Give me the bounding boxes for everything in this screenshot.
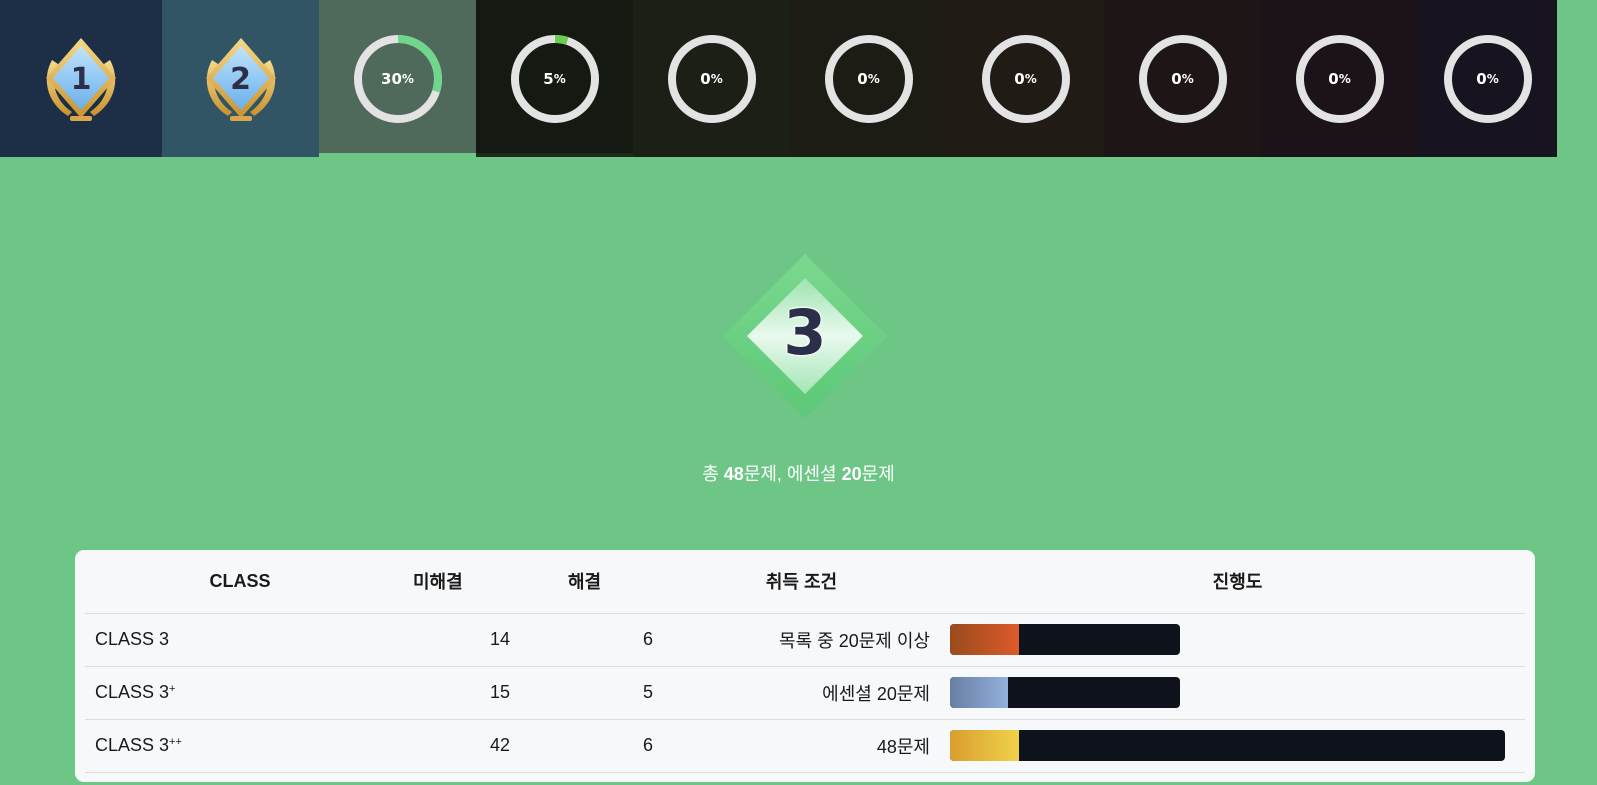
class-tab-4[interactable]: 5% xyxy=(476,0,633,157)
progress-ring: 0% xyxy=(667,34,757,124)
progress-percent: 0% xyxy=(1014,69,1037,88)
class-tab-3[interactable]: 30% xyxy=(319,0,476,157)
progress-percent: 0% xyxy=(1328,69,1351,88)
summary-essential-count: 20 xyxy=(841,464,862,484)
header-condition: 취득 조건 xyxy=(653,550,950,614)
progress-bar xyxy=(950,624,1180,655)
emblem-class-number: 3 xyxy=(783,296,827,369)
condition-cell: 에센셜 20문제 xyxy=(653,666,950,720)
unsolved-count-cell: 15 xyxy=(385,666,510,720)
summary-prefix: 총 xyxy=(702,464,724,484)
progress-cell xyxy=(950,666,1525,720)
class-table: CLASS 미해결 해결 취득 조건 진행도 CLASS 3 14 6 목록 중 20… xyxy=(85,550,1525,773)
class-tab-2[interactable]: 2 xyxy=(162,0,319,157)
header-solved: 해결 xyxy=(510,550,653,614)
medal-number: 2 xyxy=(230,61,251,97)
progress-bar xyxy=(950,730,1505,761)
progress-ring: 0% xyxy=(1295,34,1385,124)
condition-cell: 목록 중 20문제 이상 xyxy=(653,613,950,667)
problem-summary: 총 48문제, 에센셜 20문제 xyxy=(0,460,1597,486)
progress-percent: 0% xyxy=(700,69,723,88)
class-tab-1[interactable]: 1 xyxy=(0,0,162,157)
summary-total-count: 48 xyxy=(723,464,744,484)
solved-count-cell: 6 xyxy=(510,719,653,773)
class-name-cell: CLASS 3++ xyxy=(85,719,385,773)
unsolved-count-cell: 14 xyxy=(385,613,510,667)
progress-cell xyxy=(950,719,1525,773)
class-tab-9[interactable]: 0% xyxy=(1261,0,1418,157)
progress-percent: 0% xyxy=(1171,69,1194,88)
progress-percent: 5% xyxy=(543,69,566,88)
class-tab-6[interactable]: 0% xyxy=(790,0,947,157)
progress-ring: 0% xyxy=(1138,34,1228,124)
summary-mid: 문제, 에센셜 xyxy=(743,464,842,484)
tab-progress-indicator xyxy=(476,153,633,157)
class-tab-strip: 1 2 30% 5% 0% 0% 0% 0% 0% 0% xyxy=(0,0,1597,157)
header-progress: 진행도 xyxy=(950,550,1525,614)
progress-bar xyxy=(950,677,1180,708)
table-header-row: CLASS 미해결 해결 취득 조건 진행도 xyxy=(85,550,1525,614)
class-table-card: CLASS 미해결 해결 취득 조건 진행도 CLASS 3 14 6 목록 중 20… xyxy=(75,550,1535,782)
condition-cell: 48문제 xyxy=(653,719,950,773)
class-3-emblem: 3 xyxy=(723,254,887,418)
table-row: CLASS 3 14 6 목록 중 20문제 이상 xyxy=(85,613,1525,667)
solved-count-cell: 5 xyxy=(510,666,653,720)
progress-ring: 0% xyxy=(981,34,1071,124)
progress-percent: 30% xyxy=(381,69,414,88)
progress-cell xyxy=(950,613,1525,667)
medal-number: 1 xyxy=(70,61,92,97)
selected-tab-indicator xyxy=(319,153,476,157)
progress-percent: 0% xyxy=(857,69,880,88)
class-tab-10[interactable]: 0% xyxy=(1418,0,1557,157)
progress-ring: 5% xyxy=(510,34,600,124)
class-tab-5[interactable]: 0% xyxy=(633,0,790,157)
unsolved-count-cell: 42 xyxy=(385,719,510,773)
progress-ring: 0% xyxy=(824,34,914,124)
class-tab-8[interactable]: 0% xyxy=(1104,0,1261,157)
summary-suffix: 문제 xyxy=(861,464,895,484)
progress-ring: 0% xyxy=(1443,34,1533,124)
medal-badge: 1 xyxy=(38,32,124,126)
progress-bar-fill xyxy=(950,730,1019,761)
header-class: CLASS xyxy=(85,550,385,614)
progress-bar-fill xyxy=(950,624,1019,655)
class-tab-7[interactable]: 0% xyxy=(947,0,1104,157)
progress-bar-fill xyxy=(950,677,1008,708)
progress-ring: 30% xyxy=(353,34,443,124)
progress-percent: 0% xyxy=(1476,69,1499,88)
header-unsolved: 미해결 xyxy=(385,550,510,614)
class-name-cell: CLASS 3 xyxy=(85,613,385,667)
table-row: CLASS 3++ 42 6 48문제 xyxy=(85,719,1525,773)
medal-badge: 2 xyxy=(198,32,284,126)
solved-count-cell: 6 xyxy=(510,613,653,667)
table-row: CLASS 3+ 15 5 에센셜 20문제 xyxy=(85,666,1525,720)
class-name-cell: CLASS 3+ xyxy=(85,666,385,720)
